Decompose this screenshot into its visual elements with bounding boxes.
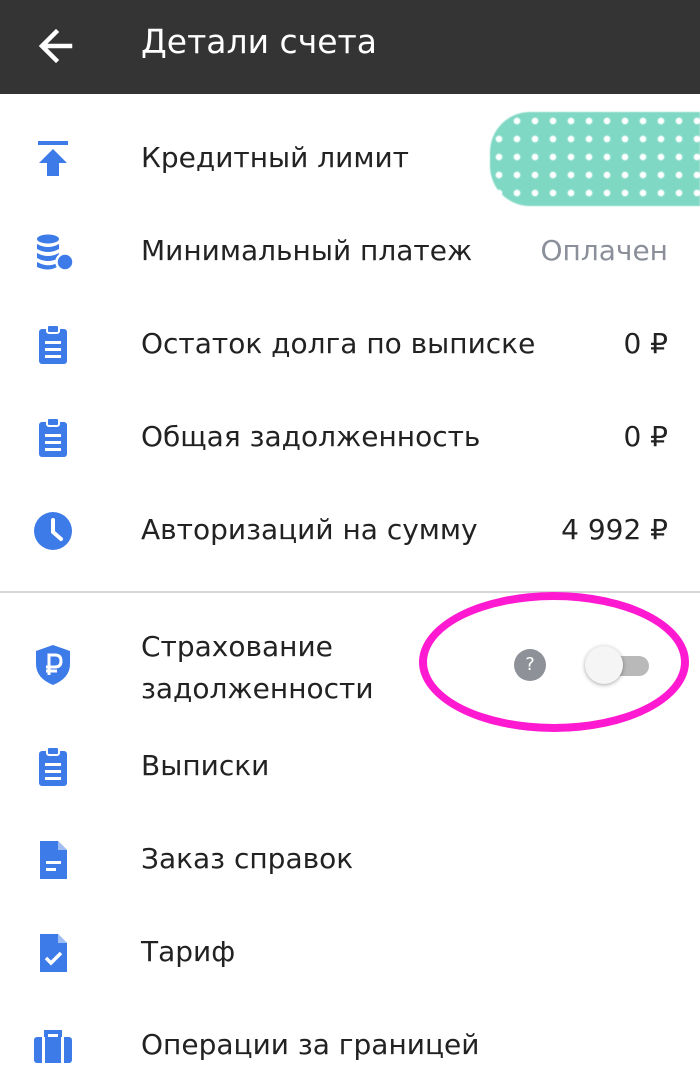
menu-item-foreign-operations[interactable]: Операции за границей — [0, 998, 700, 1092]
row-value: 0 ₽ — [623, 327, 668, 360]
help-button[interactable]: ? — [514, 649, 546, 681]
payment-status: Оплачен — [540, 234, 668, 267]
briefcase-icon — [34, 1030, 72, 1063]
clock-icon — [34, 512, 72, 550]
menu-item-label: Тариф — [141, 935, 236, 968]
page-title: Детали счета — [141, 22, 377, 61]
ruble-shield-icon — [36, 645, 70, 685]
masked-value — [490, 112, 700, 206]
coins-stack-icon — [37, 234, 75, 272]
menu-item-label: Выписки — [141, 749, 270, 782]
row-label: Минимальный платеж — [141, 234, 473, 267]
menu-item-certificates[interactable]: Заказ справок — [0, 812, 700, 906]
toggle-thumb — [585, 646, 623, 684]
row-statement-balance: Остаток долга по выписке 0 ₽ — [0, 297, 700, 391]
row-label: Страхование задолженности — [141, 630, 374, 705]
row-label: Авторизаций на сумму — [141, 513, 478, 546]
arrow-back-icon — [38, 28, 73, 64]
row-authorizations: Авторизаций на сумму 4 992 ₽ — [0, 483, 700, 577]
app-bar: Детали счета — [0, 0, 700, 94]
row-value: 0 ₽ — [623, 420, 668, 453]
clipboard-icon — [39, 417, 67, 457]
row-label: Общая задолженность — [141, 420, 481, 453]
menu-item-label: Заказ справок — [141, 842, 354, 875]
arrow-up-to-line-icon — [38, 141, 68, 176]
menu-item-label: Операции за границей — [141, 1028, 480, 1061]
row-total-debt: Общая задолженность 0 ₽ — [0, 390, 700, 484]
row-minimum-payment: Минимальный платеж Оплачен — [0, 204, 700, 298]
clipboard-icon — [39, 746, 67, 786]
menu-item-statements[interactable]: Выписки — [0, 719, 700, 813]
back-button[interactable] — [28, 18, 84, 74]
row-label: Кредитный лимит — [141, 141, 409, 174]
document-check-icon — [40, 934, 67, 972]
document-icon — [40, 841, 67, 879]
row-label: Остаток долга по выписке — [141, 327, 536, 360]
row-value: 4 992 ₽ — [561, 513, 668, 546]
clipboard-icon — [39, 324, 67, 364]
divider — [0, 591, 700, 593]
menu-item-tariff[interactable]: Тариф — [0, 905, 700, 999]
insurance-toggle[interactable] — [585, 645, 649, 685]
